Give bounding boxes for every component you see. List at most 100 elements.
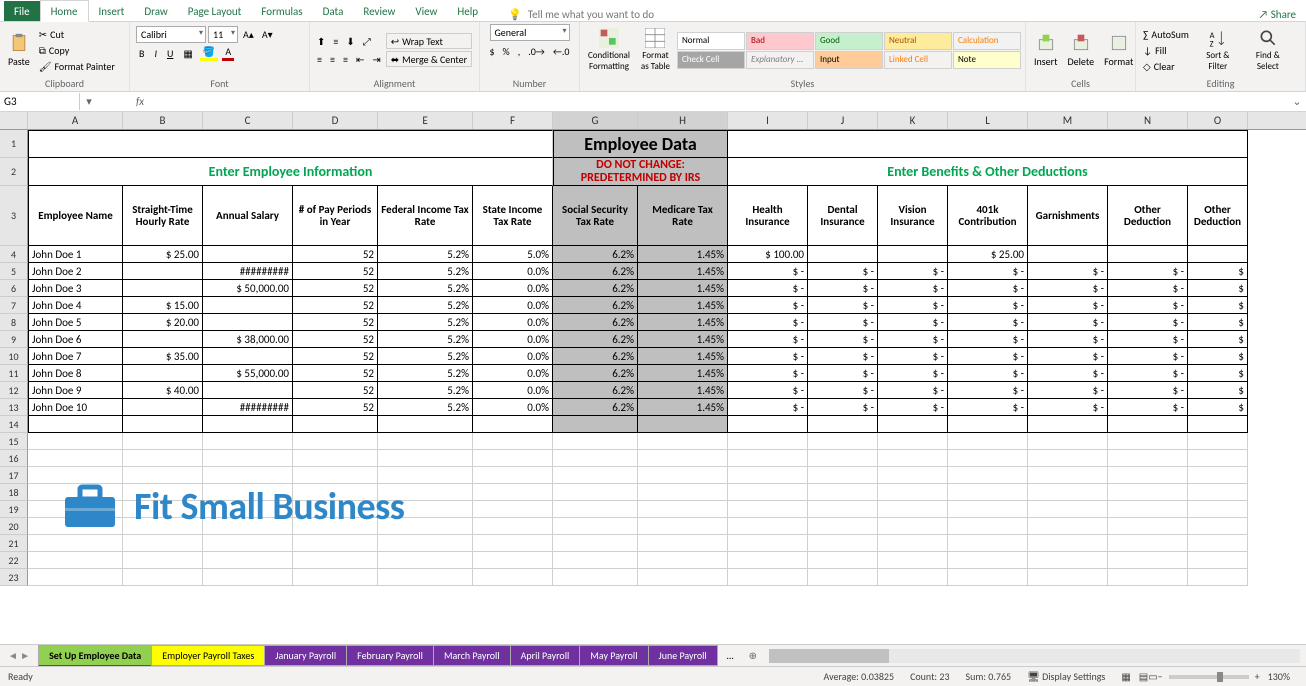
empty[interactable] [293, 433, 378, 450]
empty[interactable] [378, 433, 473, 450]
row-header-14[interactable]: 14 [0, 416, 28, 433]
medicare-tax[interactable]: 1.45% [638, 246, 728, 263]
tab-help[interactable]: Help [447, 1, 488, 21]
dental-ins[interactable]: $ - [808, 399, 878, 416]
empty[interactable] [203, 552, 293, 569]
empty[interactable] [808, 484, 878, 501]
view-break-button[interactable]: ▭ [1148, 670, 1157, 683]
other-deduction[interactable]: $ - [1108, 382, 1188, 399]
401k[interactable]: $ - [948, 331, 1028, 348]
other-deduction[interactable]: $ - [1108, 365, 1188, 382]
ss-tax[interactable]: 6.2% [553, 331, 638, 348]
sheet-tab-january[interactable]: January Payroll [264, 645, 347, 666]
vision-ins[interactable] [878, 246, 948, 263]
empty[interactable] [1108, 484, 1188, 501]
empty[interactable] [1028, 433, 1108, 450]
empty[interactable] [638, 569, 728, 586]
state-tax[interactable]: 5.0% [473, 246, 553, 263]
empty[interactable] [1108, 518, 1188, 535]
hourly-rate[interactable] [123, 280, 203, 297]
col-header-M[interactable]: M [1028, 112, 1108, 129]
medicare-tax[interactable]: 1.45% [638, 331, 728, 348]
employee-name[interactable]: John Doe 5 [28, 314, 123, 331]
col-header-O[interactable]: O [1188, 112, 1248, 129]
garnishments[interactable]: $ - [1028, 348, 1108, 365]
fill-button[interactable]: ↓ Fill [1140, 42, 1192, 58]
wrap-text-button[interactable]: ↩ Wrap Text [386, 33, 472, 49]
merged-blank[interactable] [28, 130, 553, 158]
empty[interactable] [553, 535, 638, 552]
table-header[interactable]: 401k Contribution [948, 186, 1028, 246]
hourly-rate[interactable]: $ 20.00 [123, 314, 203, 331]
empty[interactable] [638, 484, 728, 501]
empty[interactable] [123, 433, 203, 450]
table-header[interactable]: Garnishments [1028, 186, 1108, 246]
ss-tax[interactable]: 6.2% [553, 246, 638, 263]
garnishments[interactable]: $ - [1028, 297, 1108, 314]
401k[interactable]: $ - [948, 399, 1028, 416]
annual-salary[interactable]: $ 50,000.00 [203, 280, 293, 297]
paste-button[interactable]: Paste [4, 31, 34, 70]
other-deduction[interactable]: $ - [1108, 297, 1188, 314]
other-deduction[interactable]: $ - [1108, 314, 1188, 331]
state-tax[interactable]: 0.0% [473, 348, 553, 365]
sheet-tab-june[interactable]: June Payroll [648, 645, 718, 666]
hourly-rate[interactable]: $ 35.00 [123, 348, 203, 365]
annual-salary[interactable]: $ 55,000.00 [203, 365, 293, 382]
employee-name[interactable]: John Doe 4 [28, 297, 123, 314]
empty[interactable] [638, 518, 728, 535]
empty[interactable] [553, 501, 638, 518]
tab-file[interactable]: File [4, 1, 40, 21]
empty[interactable] [1188, 450, 1248, 467]
enter-benefits[interactable]: Enter Benefits & Other Deductions [728, 158, 1248, 186]
empty[interactable] [293, 450, 378, 467]
pay-periods[interactable]: 52 [293, 280, 378, 297]
align-left-button[interactable]: ≡ [314, 51, 325, 67]
name-box-dropdown[interactable]: ▾ [80, 95, 98, 108]
row-header-12[interactable]: 12 [0, 382, 28, 399]
empty[interactable] [878, 433, 948, 450]
empty[interactable] [1108, 501, 1188, 518]
align-top-button[interactable]: ⬆ [314, 33, 328, 49]
table-header[interactable]: Employee Name [28, 186, 123, 246]
tab-view[interactable]: View [405, 1, 447, 21]
other-deduction2[interactable]: $ [1188, 382, 1248, 399]
style-neutral[interactable]: Neutral [884, 32, 952, 50]
empty[interactable] [553, 484, 638, 501]
empty[interactable] [473, 450, 553, 467]
row-header-9[interactable]: 9 [0, 331, 28, 348]
row-header-17[interactable]: 17 [0, 467, 28, 484]
delete-cells-button[interactable]: Delete [1064, 31, 1099, 70]
garnishments[interactable] [1028, 246, 1108, 263]
empty[interactable] [948, 535, 1028, 552]
empty[interactable] [948, 518, 1028, 535]
format-cells-button[interactable]: Format [1100, 31, 1137, 70]
empty[interactable] [473, 535, 553, 552]
empty[interactable] [473, 501, 553, 518]
employee-name[interactable]: John Doe 10 [28, 399, 123, 416]
employee-name[interactable]: John Doe 6 [28, 331, 123, 348]
empty[interactable] [728, 501, 808, 518]
share-button[interactable]: ↗ Share [1259, 8, 1296, 21]
formula-expand[interactable]: ⌄ [1288, 95, 1306, 108]
empty[interactable] [378, 416, 473, 433]
empty[interactable] [878, 552, 948, 569]
empty[interactable] [1108, 433, 1188, 450]
empty[interactable] [28, 450, 123, 467]
fx-icon[interactable]: fx [128, 95, 152, 108]
empty[interactable] [28, 433, 123, 450]
tab-draw[interactable]: Draw [134, 1, 177, 21]
empty[interactable] [1108, 416, 1188, 433]
empty[interactable] [808, 518, 878, 535]
comma-button[interactable]: , [515, 43, 524, 59]
annual-salary[interactable]: $ 38,000.00 [203, 331, 293, 348]
empty[interactable] [948, 433, 1028, 450]
ss-tax[interactable]: 6.2% [553, 314, 638, 331]
pay-periods[interactable]: 52 [293, 382, 378, 399]
row-header-10[interactable]: 10 [0, 348, 28, 365]
empty[interactable] [28, 552, 123, 569]
row-header-7[interactable]: 7 [0, 297, 28, 314]
other-deduction2[interactable]: $ [1188, 297, 1248, 314]
increase-font-button[interactable]: A▴ [240, 26, 257, 42]
hourly-rate[interactable]: $ 40.00 [123, 382, 203, 399]
